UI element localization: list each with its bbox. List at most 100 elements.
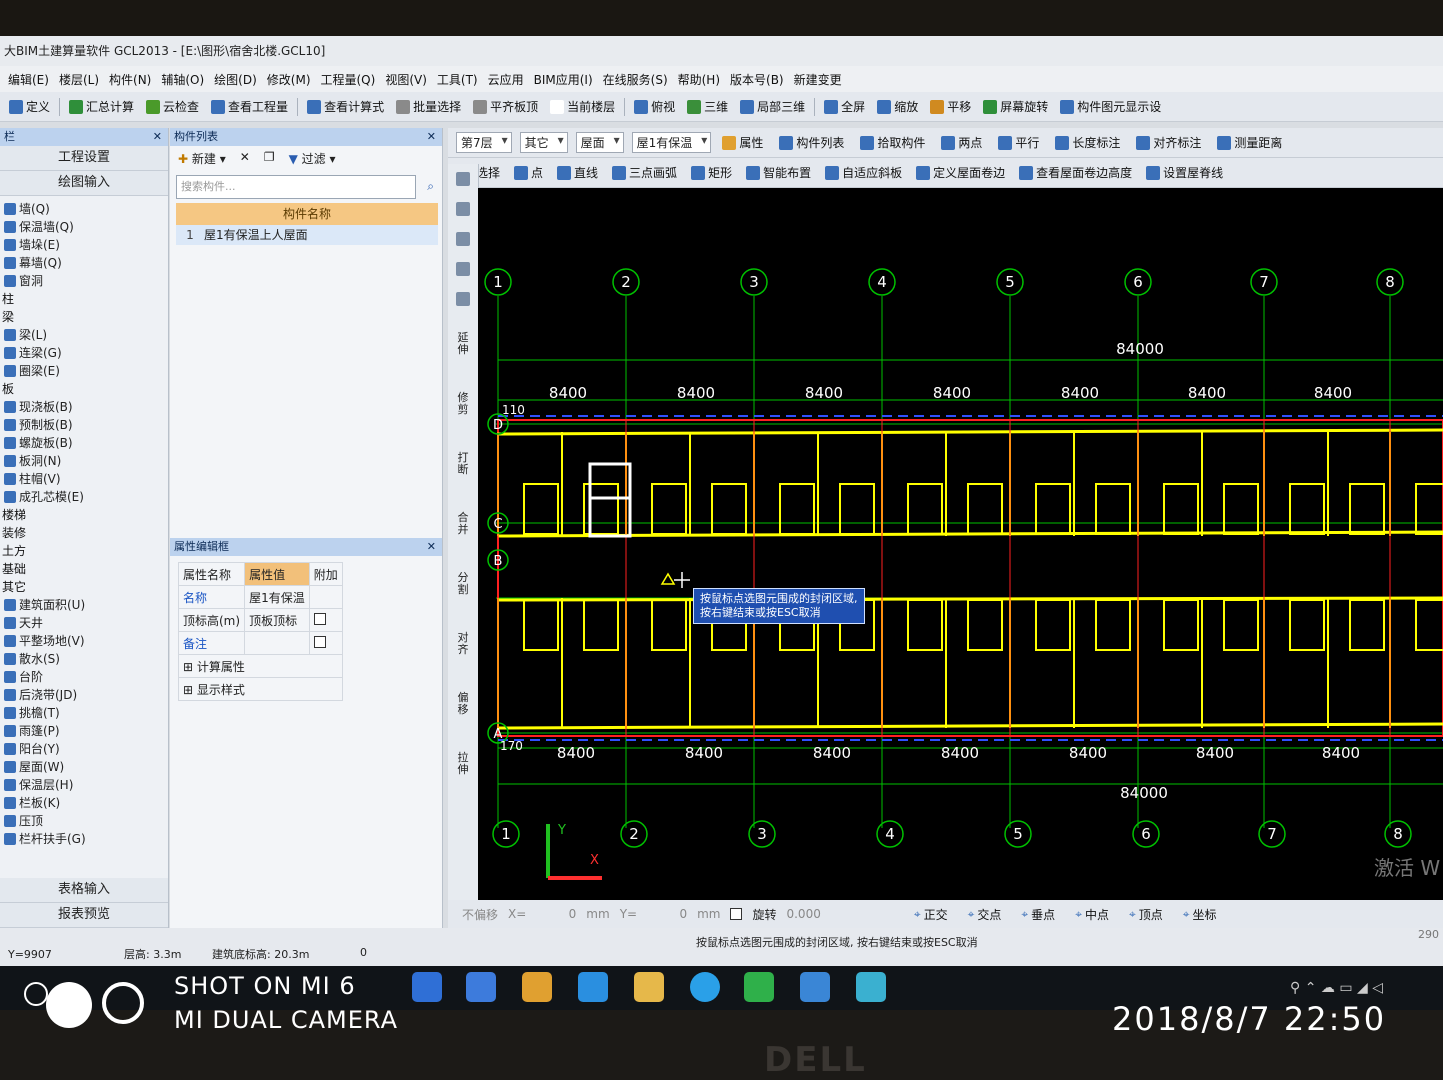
tree-item[interactable]: 柱: [2, 290, 168, 308]
rotate-checkbox[interactable]: [730, 908, 743, 920]
menu-item[interactable]: 构件(N): [109, 71, 151, 88]
menu-item[interactable]: 版本号(B): [730, 71, 784, 88]
snap-toggle[interactable]: ⌖ 交点: [965, 906, 1005, 923]
table-row[interactable]: 名称 屋1有保温: [177, 585, 343, 609]
drawing-tool-button[interactable]: 自适应斜板: [822, 164, 905, 181]
toolbar-button[interactable]: 查看计算式: [304, 98, 387, 115]
rotate-input[interactable]: 0.000: [786, 907, 820, 921]
category-select[interactable]: 屋面: [575, 132, 624, 153]
drawing-tool-button[interactable]: 直线: [554, 164, 601, 181]
side-tool-button[interactable]: 打断: [456, 434, 470, 494]
table-row[interactable]: ⊞ 计算属性: [178, 654, 343, 678]
side-tool-button[interactable]: 偏移: [456, 674, 470, 734]
toolbar-button[interactable]: 查看工程量: [208, 98, 291, 115]
table-row[interactable]: 备注: [177, 631, 343, 655]
toolbar-button[interactable]: 平齐板顶: [470, 98, 541, 115]
toolbar-button[interactable]: 缩放: [874, 98, 921, 115]
tree-item[interactable]: 成孔芯模(E): [2, 488, 168, 506]
toolbar-button[interactable]: 局部三维: [737, 98, 808, 115]
app-icon[interactable]: [856, 972, 886, 1002]
side-tool-button[interactable]: [448, 194, 478, 224]
table-row[interactable]: 顶标高(m) 顶板顶标: [177, 608, 343, 632]
side-tool-button[interactable]: 修剪: [456, 374, 470, 434]
tree-item[interactable]: 连梁(G): [2, 344, 168, 362]
menu-item[interactable]: 楼层(L): [59, 71, 99, 88]
no-offset-label[interactable]: 不偏移: [462, 906, 498, 923]
tree-item[interactable]: 阳台(Y): [2, 740, 168, 758]
drawing-tool-button[interactable]: 拾取构件: [857, 134, 928, 151]
menu-item[interactable]: 辅轴(O): [161, 71, 204, 88]
delete-icon[interactable]: ✕: [240, 150, 250, 167]
drawing-tool-button[interactable]: 构件列表: [776, 134, 847, 151]
drawing-tool-button[interactable]: 长度标注: [1052, 134, 1123, 151]
cad-drawing[interactable]: 1 2 3 4 5 6 7 81 2 3 4 5 6 7 8DCBA84008400840084008400…: [478, 188, 1443, 900]
side-tool-button[interactable]: [448, 224, 478, 254]
component-select[interactable]: 屋1有保温: [631, 132, 712, 153]
toolbar-button[interactable]: 汇总计算: [66, 98, 137, 115]
filter-button[interactable]: ▼ 过滤 ▾: [289, 150, 336, 167]
nav-project-settings-button[interactable]: 工程设置: [0, 146, 168, 171]
extra-checkbox[interactable]: [313, 612, 326, 625]
component-search-input[interactable]: 搜索构件...: [176, 175, 416, 199]
snap-toggle[interactable]: ⌖ 正交: [911, 906, 951, 923]
drawing-tool-button[interactable]: 定义屋面卷边: [913, 164, 1008, 181]
side-tool-button[interactable]: 延伸: [456, 314, 470, 374]
side-tool-button[interactable]: 拉伸: [456, 734, 470, 794]
toolbar-button[interactable]: 云检查: [143, 98, 202, 115]
snap-toggle[interactable]: ⌖ 中点: [1072, 906, 1112, 923]
side-tool-button[interactable]: [448, 254, 478, 284]
tree-item[interactable]: 保温墙(Q): [2, 218, 168, 236]
tree-item[interactable]: 螺旋板(B): [2, 434, 168, 452]
tree-item[interactable]: 栏杆扶手(G): [2, 830, 168, 848]
menu-item[interactable]: 帮助(H): [678, 71, 720, 88]
tree-item[interactable]: 圈梁(E): [2, 362, 168, 380]
toolbar-button[interactable]: 批量选择: [393, 98, 464, 115]
menu-item[interactable]: 修改(M): [267, 71, 311, 88]
app-icon[interactable]: [412, 972, 442, 1002]
drawing-tool-button[interactable]: 三点画弧: [609, 164, 680, 181]
new-component-button[interactable]: ✚ 新建 ▾: [178, 150, 226, 167]
menu-item[interactable]: 云应用: [488, 71, 524, 88]
tree-item[interactable]: 屋面(W): [2, 758, 168, 776]
tree-item[interactable]: 现浇板(B): [2, 398, 168, 416]
side-tool-button[interactable]: [448, 164, 478, 194]
menu-item[interactable]: 绘图(D): [214, 71, 257, 88]
drawing-tool-button[interactable]: 矩形: [688, 164, 735, 181]
close-icon[interactable]: ✕: [427, 128, 436, 146]
tree-item[interactable]: 墙垛(E): [2, 236, 168, 254]
tree-item[interactable]: 平整场地(V): [2, 632, 168, 650]
side-tool-button[interactable]: 分割: [456, 554, 470, 614]
menu-item[interactable]: 编辑(E): [8, 71, 49, 88]
extra-checkbox[interactable]: [313, 635, 326, 648]
tree-item[interactable]: 散水(S): [2, 650, 168, 668]
drawing-tool-button[interactable]: 平行: [995, 134, 1042, 151]
property-group-display[interactable]: ⊞ 显示样式: [178, 677, 343, 701]
property-group-calc[interactable]: ⊞ 计算属性: [178, 654, 343, 678]
copy-icon[interactable]: ❐: [264, 150, 275, 167]
floor-select[interactable]: 第7层: [456, 132, 512, 153]
tree-item[interactable]: 建筑面积(U): [2, 596, 168, 614]
tree-item[interactable]: 基础: [2, 560, 168, 578]
toolbar-button[interactable]: 平移: [927, 98, 974, 115]
close-icon[interactable]: ✕: [427, 538, 436, 556]
drawing-tool-button[interactable]: 两点: [938, 134, 985, 151]
app-icon[interactable]: [466, 972, 496, 1002]
type-select[interactable]: 其它: [519, 132, 568, 153]
app-icon[interactable]: [522, 972, 552, 1002]
app-icon[interactable]: [578, 972, 608, 1002]
x-input[interactable]: 0: [536, 907, 577, 921]
tree-item[interactable]: 其它: [2, 578, 168, 596]
snap-toggle[interactable]: ⌖ 坐标: [1180, 906, 1220, 923]
tray-icons[interactable]: ⚲ ⌃ ☁ ▭ ◢ ◁: [1290, 980, 1383, 996]
drawing-tool-button[interactable]: 查看屋面卷边高度: [1016, 164, 1135, 181]
app-icon[interactable]: [744, 972, 774, 1002]
tree-item[interactable]: 梁: [2, 308, 168, 326]
side-tool-button[interactable]: [448, 284, 478, 314]
nav-report-preview-button[interactable]: 报表预览: [0, 903, 168, 928]
toolbar-button[interactable]: 全屏: [821, 98, 868, 115]
tree-item[interactable]: 柱帽(V): [2, 470, 168, 488]
drawing-tool-button[interactable]: 点: [511, 164, 546, 181]
tree-item[interactable]: 后浇带(JD): [2, 686, 168, 704]
tree-item[interactable]: 压顶: [2, 812, 168, 830]
menu-item[interactable]: 工程量(Q): [321, 71, 376, 88]
